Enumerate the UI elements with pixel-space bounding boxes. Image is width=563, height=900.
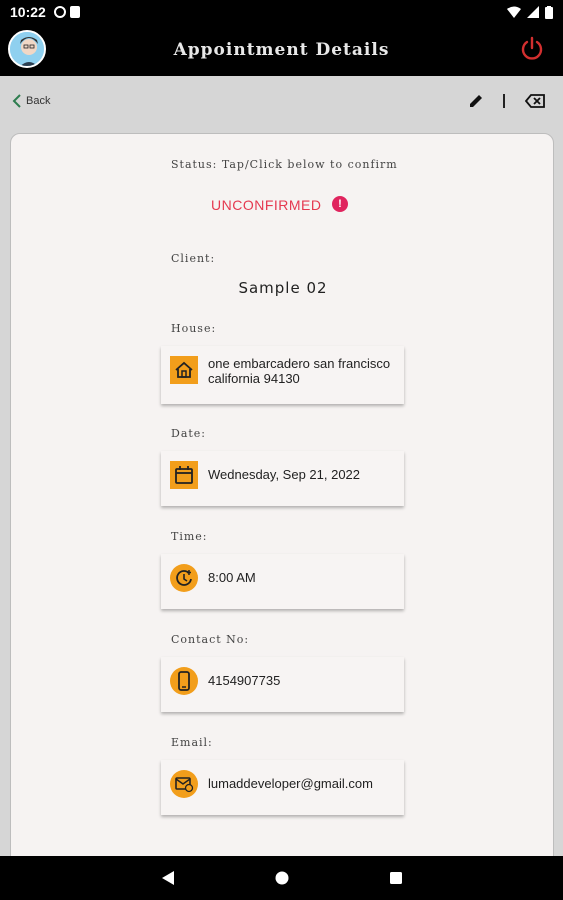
alert-icon: ! bbox=[332, 196, 348, 212]
wifi-icon bbox=[507, 6, 521, 18]
date-label: Date: bbox=[171, 427, 207, 440]
house-field[interactable]: one embarcadero san francisco california… bbox=[161, 346, 404, 404]
notification-app-icon bbox=[53, 6, 66, 18]
back-label: Back bbox=[26, 95, 51, 107]
signal-icon bbox=[527, 6, 539, 18]
date-value: Wednesday, Sep 21, 2022 bbox=[208, 467, 361, 482]
nav-back-icon[interactable] bbox=[161, 870, 175, 886]
backspace-icon[interactable] bbox=[525, 94, 545, 108]
contact-value: 4154907735 bbox=[208, 673, 281, 688]
status-bar: 10:22 bbox=[0, 0, 563, 24]
status-label: Status: Tap/Click below to confirm bbox=[171, 158, 398, 171]
email-label: Email: bbox=[171, 736, 213, 749]
email-field[interactable]: lumaddeveloper@gmail.com bbox=[161, 760, 404, 815]
nav-home-icon[interactable] bbox=[275, 871, 289, 885]
toolbar: Back bbox=[0, 76, 563, 132]
client-label: Client: bbox=[171, 252, 216, 265]
time-field[interactable]: 8:00 AM bbox=[161, 554, 404, 609]
pencil-icon[interactable] bbox=[469, 94, 483, 108]
notification-sd-icon bbox=[69, 6, 80, 18]
status-system-icons bbox=[507, 5, 553, 19]
time-value: 8:00 AM bbox=[208, 570, 256, 585]
status-value-button[interactable]: UNCONFIRMED bbox=[211, 197, 322, 213]
avatar[interactable] bbox=[8, 30, 46, 68]
nav-recents-icon[interactable] bbox=[389, 871, 403, 885]
house-value: one embarcadero san francisco california… bbox=[208, 356, 391, 386]
email-icon bbox=[170, 770, 198, 798]
contact-field[interactable]: 4154907735 bbox=[161, 657, 404, 712]
date-field[interactable]: Wednesday, Sep 21, 2022 bbox=[161, 451, 404, 506]
home-icon bbox=[170, 356, 198, 384]
contact-label: Contact No: bbox=[171, 633, 250, 646]
calendar-icon bbox=[170, 461, 198, 489]
system-nav-bar bbox=[0, 856, 563, 900]
toolbar-divider bbox=[503, 94, 505, 108]
clock-icon bbox=[170, 564, 198, 592]
battery-icon bbox=[545, 5, 553, 19]
client-name: Sample 02 bbox=[238, 279, 328, 297]
status-time: 10:22 bbox=[10, 4, 46, 20]
avatar-person-icon bbox=[10, 32, 44, 66]
email-value: lumaddeveloper@gmail.com bbox=[208, 776, 373, 791]
phone-icon bbox=[170, 667, 198, 695]
back-button[interactable]: Back bbox=[12, 94, 50, 108]
time-label: Time: bbox=[171, 530, 208, 543]
status-notification-icons bbox=[53, 6, 80, 18]
house-label: House: bbox=[171, 322, 217, 335]
toolbar-actions bbox=[469, 94, 545, 108]
power-icon[interactable] bbox=[519, 36, 545, 62]
app-bar: Appointment Details bbox=[0, 24, 563, 76]
appointment-card: Status: Tap/Click below to confirm UNCON… bbox=[10, 133, 554, 873]
back-chevron-icon bbox=[12, 94, 21, 108]
page-title: Appointment Details bbox=[173, 40, 390, 60]
